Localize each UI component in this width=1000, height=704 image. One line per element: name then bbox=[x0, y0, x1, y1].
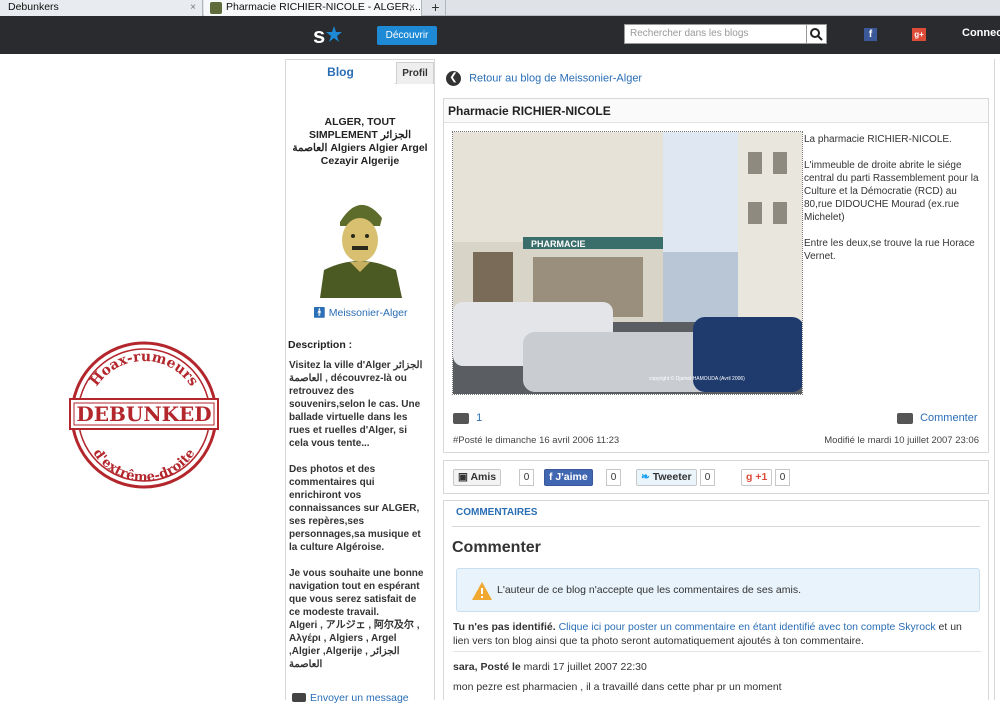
not-identified-text: Tu n'es pas identifié. bbox=[453, 621, 556, 633]
stamp-main-text: DEBUNKED bbox=[76, 402, 211, 426]
debunked-stamp: Hoax-rumeurs DEBUNKED d'extrême-droite bbox=[69, 341, 219, 489]
tab-label: Pharmacie RICHIER-NICOLE - ALGER,... bbox=[226, 1, 421, 13]
friends-only-notice: L'auteur de ce blog n'accepte que les co… bbox=[456, 568, 980, 612]
stamp-bottom-text: d'extrême-droite bbox=[90, 446, 199, 485]
search-icon bbox=[810, 28, 823, 41]
amis-button[interactable]: ▣ Amis bbox=[453, 469, 502, 486]
comment-icon bbox=[453, 412, 469, 424]
comment-heading: Commenter bbox=[452, 539, 541, 556]
comment-text: mon pezre est pharmacien , il a travaill… bbox=[453, 681, 782, 693]
tab-pharmacie[interactable]: Pharmacie RICHIER-NICOLE - ALGER,... × bbox=[204, 0, 422, 16]
back-to-blog-link[interactable]: ❮ Retour au blog de Meissonier-Alger bbox=[446, 71, 642, 87]
back-link-label: Retour au blog de Meissonier-Alger bbox=[469, 72, 643, 85]
posted-date: #Posté le dimanche 16 avril 2006 11:23 bbox=[453, 435, 620, 446]
gplus-icon: g bbox=[746, 471, 753, 483]
close-icon[interactable]: × bbox=[409, 0, 415, 15]
divider bbox=[453, 651, 981, 652]
back-arrow-icon: ❮ bbox=[446, 71, 461, 86]
comments-tab[interactable]: COMMENTAIRES bbox=[452, 507, 541, 518]
connect-link[interactable]: Connect bbox=[962, 27, 1000, 39]
message-icon bbox=[292, 693, 306, 702]
comment-meta: sara, Posté le mardi 17 juillet 2007 22:… bbox=[453, 661, 647, 673]
gplus-count: 0 bbox=[775, 469, 790, 486]
warning-icon bbox=[472, 582, 492, 600]
new-tab-button[interactable]: + bbox=[426, 0, 446, 16]
post-body: La pharmacie RICHIER-NICOLE. L'immeuble … bbox=[804, 133, 984, 276]
browser-tab-strip: Debunkers × Pharmacie RICHIER-NICOLE - A… bbox=[0, 0, 1000, 16]
discover-button[interactable]: Découvrir bbox=[377, 26, 437, 45]
facebook-icon: f bbox=[549, 471, 553, 483]
username-label: Meissonier-Alger bbox=[328, 307, 408, 319]
comments-section: COMMENTAIRES Commenter L'auteur de ce bl… bbox=[443, 500, 989, 700]
divider bbox=[452, 526, 980, 527]
tab-profil[interactable]: Profil bbox=[396, 62, 434, 84]
commenter-label: Commenter bbox=[920, 412, 978, 424]
add-comment-icon bbox=[897, 412, 913, 424]
identification-notice: Tu n'es pas identifié. Clique ici pour p… bbox=[453, 620, 981, 648]
street-photo: PHARMACIE copyright © Djamel HAMOUDA (Av… bbox=[453, 132, 802, 394]
tweet-button[interactable]: ❧ Tweeter bbox=[636, 469, 697, 486]
favicon-icon bbox=[210, 2, 222, 14]
twitter-icon: ❧ bbox=[641, 471, 650, 483]
blog-title: ALGER, TOUT SIMPLEMENT الجزائر العاصمة A… bbox=[292, 116, 428, 167]
commenter-link[interactable]: Commenter bbox=[897, 412, 978, 424]
search-button[interactable] bbox=[807, 24, 827, 44]
post-photo[interactable]: PHARMACIE copyright © Djamel HAMOUDA (Av… bbox=[452, 131, 803, 395]
comment-date: mardi 17 juillet 2007 22:30 bbox=[520, 661, 647, 673]
profile-sidebar: Blog Profil ALGER, TOUT SIMPLEMENT الجزا… bbox=[285, 59, 435, 704]
facebook-icon[interactable]: f bbox=[864, 28, 877, 41]
close-icon[interactable]: × bbox=[190, 0, 196, 15]
post-title: Pharmacie RICHIER-NICOLE bbox=[444, 99, 988, 123]
tab-debunkers[interactable]: Debunkers × bbox=[0, 0, 203, 16]
tweet-count: 0 bbox=[700, 469, 715, 486]
google-plus-icon[interactable]: g+ bbox=[912, 28, 926, 41]
like-count: 0 bbox=[606, 469, 621, 486]
svg-text:d'extrême-droite: d'extrême-droite bbox=[90, 446, 199, 485]
like-label: J'aime bbox=[555, 471, 588, 483]
comments-count: 1 bbox=[476, 412, 483, 424]
comments-count-link[interactable]: 1 bbox=[453, 412, 482, 424]
amis-count: 0 bbox=[519, 469, 534, 486]
pharmacie-sign: PHARMACIE bbox=[531, 239, 586, 249]
post-card: Pharmacie RICHIER-NICOLE PHARMACIE copyr… bbox=[443, 98, 989, 453]
tweet-label: Tweeter bbox=[652, 471, 692, 483]
username-link[interactable]: 🚹︎ Meissonier-Alger bbox=[286, 306, 434, 319]
send-message-link[interactable]: Envoyer un message bbox=[310, 692, 409, 704]
search-input[interactable]: Rechercher dans les blogs bbox=[624, 24, 807, 44]
svg-text:s: s bbox=[313, 23, 325, 48]
gplus-button[interactable]: g +1 bbox=[741, 469, 773, 486]
tab-label: Debunkers bbox=[8, 1, 59, 13]
gplus-label: +1 bbox=[755, 471, 768, 483]
right-panel-edge bbox=[994, 59, 1000, 700]
facebook-like-button[interactable]: f J'aime bbox=[544, 469, 593, 486]
share-bar: ▣ Amis 0 f J'aime 0 ❧ Tweeter 0 g +1 0 bbox=[443, 460, 989, 494]
post-paragraph: Entre les deux,se trouve la rue Horace V… bbox=[804, 238, 975, 262]
sidebar-tabs: Blog Profil bbox=[286, 60, 434, 84]
photo-copyright: copyright © Djamel HAMOUDA (Avril 2006) bbox=[649, 375, 745, 382]
description-text: Visitez la ville d'Alger الجزائر العاصمة… bbox=[289, 360, 424, 670]
post-paragraph: L'immeuble de droite abrite le siége cen… bbox=[804, 160, 979, 223]
identify-link[interactable]: Clique ici pour poster un commentaire en… bbox=[559, 621, 936, 633]
tab-blog[interactable]: Blog bbox=[286, 60, 395, 84]
amis-label: Amis bbox=[470, 471, 497, 483]
modified-date: Modifié le mardi 10 juillet 2007 23:06 bbox=[824, 435, 979, 446]
description-label: Description : bbox=[288, 339, 353, 351]
site-header bbox=[0, 16, 1000, 54]
comment-author: sara, Posté le bbox=[453, 661, 521, 673]
friends-icon: ▣ bbox=[458, 471, 468, 483]
skyrock-logo-icon[interactable]: s bbox=[313, 22, 343, 50]
warning-text: L'auteur de ce blog n'accepte que les co… bbox=[497, 584, 802, 596]
post-paragraph: La pharmacie RICHIER-NICOLE. bbox=[804, 134, 952, 145]
avatar[interactable] bbox=[310, 182, 410, 298]
person-icon: 🚹︎ bbox=[312, 307, 326, 319]
